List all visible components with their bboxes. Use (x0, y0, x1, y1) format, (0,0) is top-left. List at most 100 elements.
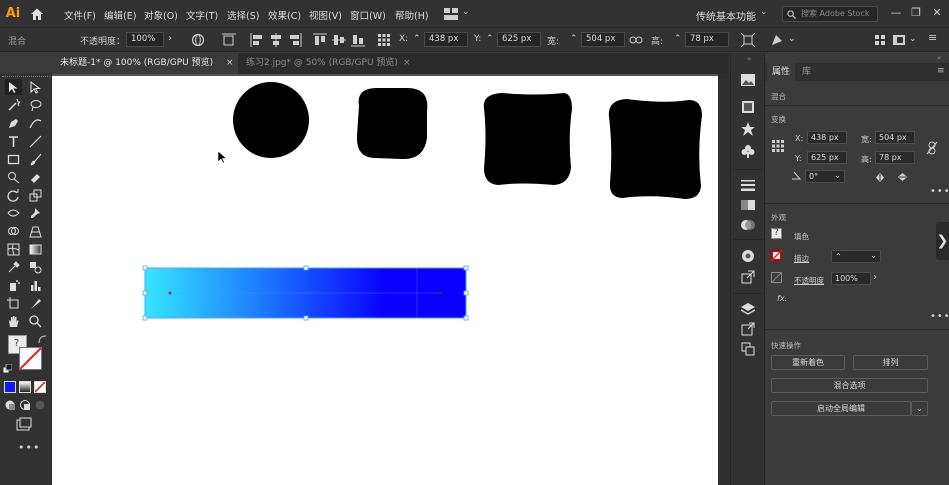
color-guide-icon[interactable] (740, 248, 756, 264)
menu-type[interactable]: 文字(T) (186, 8, 218, 22)
blend-tool[interactable] (27, 259, 44, 275)
menu-window[interactable]: 窗口(W) (350, 8, 386, 22)
eyedropper-tool[interactable] (5, 259, 22, 275)
canvas-area[interactable] (52, 74, 730, 485)
menu-edit[interactable]: 编辑(E) (104, 8, 136, 22)
eraser-tool[interactable] (27, 169, 44, 185)
screen-mode-icon[interactable] (16, 417, 32, 431)
width-field[interactable]: 504 px (581, 32, 625, 47)
panel-toggle-icon[interactable] (892, 33, 906, 47)
tab-close-icon[interactable]: × (226, 53, 234, 74)
more-options-icon[interactable]: ≡ (928, 31, 937, 44)
line-tool[interactable] (27, 133, 44, 149)
tab-practice-2[interactable]: 练习2.jpg* @ 50% (RGB/GPU 预览) (238, 53, 416, 74)
x-field[interactable]: 438 px (807, 131, 847, 144)
stepper-icon[interactable]: ⌃ (674, 34, 682, 44)
symbols-icon[interactable] (740, 121, 756, 137)
collapse-arrows-icon[interactable]: « (937, 54, 941, 62)
selection-tool[interactable] (5, 79, 22, 95)
home-icon[interactable] (30, 7, 44, 21)
mesh-tool[interactable] (5, 241, 22, 257)
maximize-button[interactable]: ❐ (908, 5, 924, 21)
align-top-icon[interactable] (313, 33, 327, 47)
gradient-start-stop[interactable] (168, 291, 172, 295)
none-mode-button[interactable] (34, 381, 46, 393)
chevron-right-icon[interactable]: › (168, 33, 172, 44)
align-bottom-icon[interactable] (351, 33, 365, 47)
shape-builder-tool[interactable] (5, 223, 22, 239)
tab-close-icon[interactable]: × (403, 53, 411, 74)
arrange-documents-icon[interactable] (444, 8, 458, 20)
height-field[interactable]: 78 px (875, 151, 915, 164)
start-global-edit-button[interactable]: 启动全局编辑 (771, 401, 911, 416)
align-left-icon[interactable] (250, 33, 264, 47)
chevron-down-icon[interactable]: ⌄ (462, 7, 470, 17)
column-graph-tool[interactable] (27, 277, 44, 293)
shaper-tool[interactable] (5, 169, 22, 185)
curvature-tool[interactable] (27, 115, 44, 131)
artboard-tool[interactable] (5, 295, 22, 311)
layers-icon[interactable] (740, 301, 756, 317)
blend-options-button[interactable]: 混合选项 (771, 378, 928, 393)
flip-vertical-icon[interactable] (898, 172, 907, 182)
transparency-panel-icon[interactable] (740, 217, 756, 233)
menu-help[interactable]: 帮助(H) (395, 8, 429, 22)
height-field[interactable]: 78 px (685, 32, 729, 47)
stroke-label[interactable]: 描边 (794, 253, 809, 264)
reference-point-icon[interactable] (771, 139, 785, 153)
artboard[interactable] (52, 76, 718, 485)
tab-untitled-1[interactable]: 未标题-1* @ 100% (RGB/GPU 预览) (52, 53, 238, 74)
align-middle-icon[interactable] (332, 33, 346, 47)
workspace-switcher[interactable]: 传统基本功能 (696, 8, 756, 23)
x-field[interactable]: 438 px (424, 32, 468, 47)
club-symbol-icon[interactable] (740, 143, 756, 159)
width-field[interactable]: 504 px (875, 131, 915, 144)
menu-file[interactable]: 文件(F) (64, 8, 96, 22)
zoom-tool[interactable] (27, 313, 44, 329)
edit-toolbar-icon[interactable]: ••• (18, 441, 40, 454)
magic-wand-tool[interactable] (5, 97, 22, 113)
puppet-warp-tool[interactable] (27, 205, 44, 221)
paintbrush-tool[interactable] (27, 151, 44, 167)
menu-effect[interactable]: 效果(C) (268, 8, 301, 22)
link-proportions-icon[interactable] (629, 33, 643, 47)
pen-tool[interactable] (5, 115, 22, 131)
type-tool[interactable] (5, 133, 22, 149)
align-to-icon[interactable] (222, 33, 236, 47)
slice-tool[interactable] (27, 295, 44, 311)
opacity-label[interactable]: 不透明度 (794, 275, 824, 286)
rotate-tool[interactable] (5, 187, 22, 203)
tab-libraries[interactable]: 库 (797, 63, 816, 81)
hand-tool[interactable] (5, 313, 22, 329)
color-mode-button[interactable] (4, 381, 16, 393)
panel-menu-icon[interactable]: ≡ (937, 66, 945, 76)
symbol-sprayer-tool[interactable] (5, 277, 22, 293)
recolor-button[interactable]: 重新着色 (771, 355, 845, 370)
black-rounded-square-1[interactable] (356, 88, 428, 160)
artboards-icon[interactable] (740, 341, 756, 357)
y-field[interactable]: 625 px (497, 32, 541, 47)
chevron-right-icon[interactable]: › (873, 272, 877, 283)
more-options-icon[interactable]: ••• (930, 186, 949, 197)
reference-point-icon[interactable] (377, 33, 391, 47)
stepper-icon[interactable]: ⌃ (570, 34, 578, 44)
minimize-button[interactable]: — (888, 5, 904, 21)
rectangle-tool[interactable] (5, 151, 22, 167)
close-button[interactable]: ✕ (929, 5, 945, 21)
export-icon[interactable] (740, 269, 756, 285)
grid-menu-icon[interactable] (873, 33, 887, 47)
artwork-layer[interactable] (52, 76, 718, 485)
pen-options-icon[interactable] (770, 33, 784, 47)
chevron-down-icon[interactable]: ⌄ (909, 34, 917, 44)
stock-search-input[interactable]: 搜索 Adobe Stock (782, 6, 878, 22)
stepper-icon[interactable]: ⌃ (486, 34, 494, 44)
stroke-swatch[interactable] (771, 250, 782, 261)
menu-object[interactable]: 对象(O) (144, 8, 178, 22)
vertical-scrollbar[interactable] (718, 74, 730, 485)
align-right-icon[interactable] (288, 33, 302, 47)
opacity-field[interactable]: 100% (126, 32, 164, 47)
asset-export-icon[interactable] (740, 321, 756, 337)
draw-behind-icon[interactable] (19, 399, 31, 411)
panel-expand-handle[interactable]: ❯ (936, 222, 949, 260)
stepper-icon[interactable]: ⌃ (413, 34, 421, 44)
